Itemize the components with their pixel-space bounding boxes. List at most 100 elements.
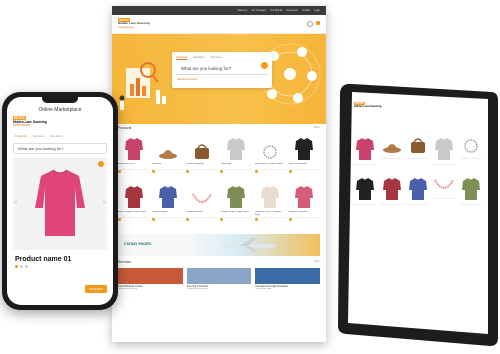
add-icon[interactable] — [186, 170, 190, 173]
advanced-search-link[interactable]: Advanced Search — [172, 75, 272, 84]
topbar-link[interactable]: Our Brands — [270, 9, 282, 12]
favorite-icon[interactable] — [98, 160, 104, 167]
tablet-product-card[interactable] — [459, 136, 482, 170]
enquire-link[interactable] — [186, 217, 218, 221]
divider — [354, 164, 377, 165]
product-card[interactable]: Cashmere Scarf / Cardigan Beige — [254, 182, 286, 226]
divider — [433, 164, 456, 165]
search-input[interactable]: What are you looking for? — [13, 142, 107, 154]
product-card[interactable]: Knitted top — [220, 134, 252, 178]
enquire-link[interactable] — [254, 169, 286, 173]
tablet-product-card[interactable] — [459, 176, 482, 210]
enquire-button[interactable]: ENQUIRE — [85, 285, 107, 293]
product-caption: Knitted top — [220, 163, 231, 165]
product-card[interactable]: Wool Hat — [152, 134, 184, 178]
product-caption: Leather Handbag — [186, 163, 204, 165]
product-card[interactable]: Beaded Necklace — [186, 182, 218, 226]
search-button[interactable] — [261, 62, 268, 69]
add-icon[interactable] — [220, 170, 224, 173]
tablet-product-card[interactable] — [380, 176, 403, 210]
service-card[interactable]: Fast Worldwide Courier Logistics and del… — [118, 268, 183, 290]
tablet-product-card[interactable] — [406, 176, 430, 210]
enquire-link[interactable] — [220, 169, 252, 173]
product-grid: Knitted top 2019 Wool Hat Leather Handba… — [112, 132, 326, 228]
product-card[interactable]: Striped Pullover — [152, 182, 184, 226]
tab-products[interactable]: Products — [15, 134, 27, 138]
product-thumbnail — [407, 176, 429, 202]
add-icon[interactable] — [288, 218, 292, 221]
enquire-link[interactable] — [152, 169, 184, 173]
tab-suppliers[interactable]: Suppliers — [50, 134, 63, 138]
search-tabs: Products Suppliers Services — [172, 52, 272, 63]
search-input[interactable]: What are you looking for? — [176, 63, 268, 75]
product-card[interactable]: Black Knit Sweater — [288, 134, 320, 178]
topbar-link[interactable]: About Us — [237, 9, 247, 12]
tablet-product-card[interactable] — [433, 176, 456, 210]
more-link[interactable]: More — [314, 260, 320, 264]
add-icon[interactable] — [254, 170, 258, 173]
product-thumbnail — [186, 182, 217, 210]
tablet-product-card[interactable] — [433, 136, 456, 170]
add-icon[interactable] — [288, 170, 292, 173]
enquire-link[interactable] — [254, 217, 286, 221]
chevron-right-icon[interactable]: › — [103, 200, 105, 206]
add-icon[interactable] — [118, 170, 121, 173]
add-icon[interactable] — [118, 218, 121, 221]
add-icon[interactable] — [254, 218, 258, 221]
site-logo[interactable]: HKTDC Hidden Lace Sourcing Marketplace — [118, 17, 150, 30]
enquire-link[interactable] — [152, 217, 184, 221]
tablet-product-card[interactable] — [406, 136, 430, 170]
add-icon[interactable] — [186, 218, 190, 221]
add-icon[interactable] — [220, 218, 224, 221]
product-card[interactable]: Silver Brooch - Hand Crafted — [254, 134, 286, 178]
product-caption: Knitwear Collection — [288, 211, 308, 213]
tab-services[interactable]: Services — [33, 134, 45, 138]
product-caption: Striped Pullover — [152, 211, 168, 213]
topbar-link[interactable]: Our Company — [251, 9, 266, 12]
product-card[interactable]: Knitted top 2019 — [118, 134, 150, 178]
carousel-dot[interactable] — [25, 264, 28, 268]
search-tab-products[interactable]: Products — [176, 55, 188, 60]
product-card[interactable]: Leather Handbag — [186, 134, 218, 178]
product-image[interactable]: ‹ › — [13, 157, 107, 250]
enquire-link[interactable] — [118, 169, 150, 173]
topbar-link[interactable]: Login — [314, 9, 320, 12]
tablet-product-card[interactable] — [380, 136, 403, 170]
product-thumbnail — [118, 134, 149, 162]
product-caption: Black Knit Sweater — [288, 163, 308, 165]
search-tab-suppliers[interactable]: Suppliers — [193, 55, 205, 60]
product-card[interactable]: Shell Cardigan Cotton & Silk — [118, 182, 150, 226]
enquire-link[interactable] — [220, 217, 252, 221]
advert-banner[interactable]: CATHAY PACIFIC — [118, 234, 320, 256]
topbar-link[interactable]: Contact — [302, 9, 310, 12]
service-card[interactable]: Sourcing Consultant Product sourcing adv… — [186, 268, 252, 290]
cart-icon[interactable] — [316, 21, 320, 25]
enquire-link[interactable] — [186, 169, 218, 173]
user-icon[interactable] — [307, 21, 313, 27]
service-image — [186, 268, 252, 284]
search-tab-services[interactable]: Services — [211, 55, 222, 60]
enquire-link[interactable] — [288, 217, 320, 221]
service-image — [255, 268, 320, 284]
chevron-left-icon[interactable]: ‹ — [15, 200, 17, 206]
topbar-link[interactable]: Newsroom — [286, 9, 297, 12]
carousel-dot[interactable] — [15, 264, 18, 268]
product-thumbnail — [354, 176, 376, 202]
site-logo[interactable]: HKTDC Hidden Lace Sourcing Marketplace — [7, 113, 113, 132]
product-thumbnail — [118, 182, 149, 210]
site-logo[interactable]: HKTDC Hidden Lace Sourcing — [354, 102, 381, 108]
tablet-product-card[interactable] — [354, 176, 377, 210]
tablet-product-card[interactable] — [354, 136, 377, 170]
service-card[interactable]: International Freight Forwarder Sea and … — [255, 268, 320, 290]
product-card[interactable]: Woolen Jacket - Sage Green — [220, 182, 252, 226]
product-thumbnail — [380, 136, 402, 156]
top-navigation-bar: About Us Our Company Our Brands Newsroom Con… — [112, 6, 326, 15]
product-thumbnail — [186, 134, 217, 162]
add-icon[interactable] — [152, 218, 156, 221]
more-link[interactable]: More — [314, 126, 320, 130]
enquire-link[interactable] — [288, 169, 320, 173]
carousel-dot[interactable] — [20, 264, 23, 268]
product-card[interactable]: Knitwear Collection — [288, 182, 320, 226]
enquire-link[interactable] — [118, 217, 150, 221]
add-icon[interactable] — [152, 170, 156, 173]
